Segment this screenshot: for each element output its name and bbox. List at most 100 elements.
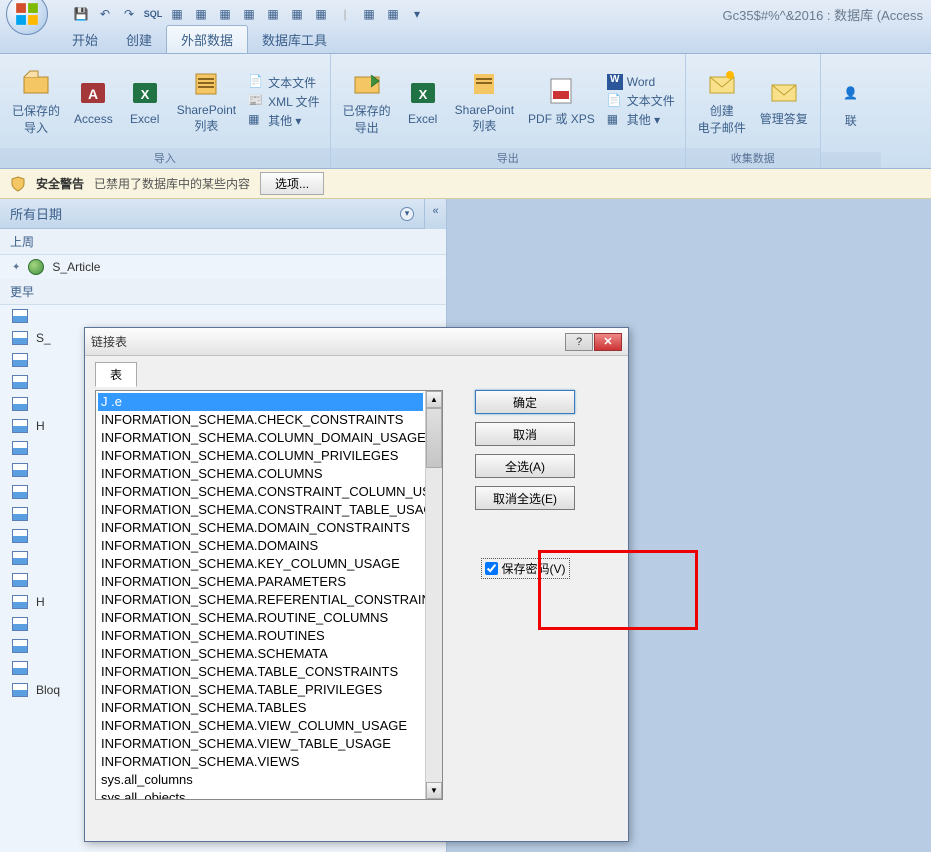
dialog-titlebar[interactable]: 链接表 ? ✕ bbox=[85, 328, 628, 356]
link-tables-dialog: 链接表 ? ✕ 表 J .eINFORMATION_SCHEMA.CHECK_C… bbox=[84, 327, 629, 842]
other-icon: ▦ bbox=[248, 112, 264, 128]
table-list-item[interactable]: INFORMATION_SCHEMA.ROUTINES bbox=[98, 627, 423, 645]
table-list-item[interactable]: sys.all_columns bbox=[98, 771, 423, 789]
table-list-item[interactable]: INFORMATION_SCHEMA.CONSTRAINT_COLUMN_USA… bbox=[98, 483, 423, 501]
qat-icon-8[interactable]: ▦ bbox=[360, 5, 378, 23]
tab-create[interactable]: 创建 bbox=[112, 26, 166, 53]
table-list-item[interactable]: INFORMATION_SCHEMA.CHECK_CONSTRAINTS bbox=[98, 411, 423, 429]
qat-icon-3[interactable]: ▦ bbox=[216, 5, 234, 23]
create-email-button[interactable]: 创建 电子邮件 bbox=[692, 56, 752, 146]
table-list-item[interactable]: INFORMATION_SCHEMA.PARAMETERS bbox=[98, 573, 423, 591]
shield-icon bbox=[10, 176, 26, 192]
text-export-button[interactable]: 📄文本文件 bbox=[607, 92, 675, 109]
table-icon bbox=[12, 353, 28, 367]
select-all-button[interactable]: 全选(A) bbox=[475, 454, 575, 478]
scroll-thumb[interactable] bbox=[426, 408, 442, 468]
table-list-item[interactable]: INFORMATION_SCHEMA.DOMAINS bbox=[98, 537, 423, 555]
table-icon bbox=[12, 595, 28, 609]
nav-header[interactable]: 所有日期 ▾ bbox=[0, 199, 424, 229]
table-list-item[interactable]: INFORMATION_SCHEMA.TABLE_CONSTRAINTS bbox=[98, 663, 423, 681]
ribbon-tabs: 开始 创建 外部数据 数据库工具 bbox=[0, 28, 931, 54]
nav-section-earlier[interactable]: 更早 bbox=[0, 279, 446, 305]
table-list-item[interactable]: INFORMATION_SCHEMA.VIEWS bbox=[98, 753, 423, 771]
sql-icon[interactable]: SQL bbox=[144, 5, 162, 23]
qat-icon-1[interactable]: ▦ bbox=[168, 5, 186, 23]
svg-text:X: X bbox=[418, 87, 427, 102]
saved-imports-button[interactable]: 已保存的 导入 bbox=[6, 56, 66, 146]
ok-button[interactable]: 确定 bbox=[475, 390, 575, 414]
qat-icon-5[interactable]: ▦ bbox=[264, 5, 282, 23]
xml-import-button[interactable]: 📰XML 文件 bbox=[248, 93, 320, 110]
pdfxps-export-button[interactable]: PDF 或 XPS bbox=[522, 56, 601, 146]
save-password-input[interactable] bbox=[485, 562, 498, 575]
table-list-item[interactable]: INFORMATION_SCHEMA.VIEW_COLUMN_USAGE bbox=[98, 717, 423, 735]
table-icon bbox=[12, 375, 28, 389]
table-list-item[interactable]: INFORMATION_SCHEMA.SCHEMATA bbox=[98, 645, 423, 663]
table-list-item[interactable]: INFORMATION_SCHEMA.REFERENTIAL_CONSTRAIN… bbox=[98, 591, 423, 609]
table-list-item[interactable]: INFORMATION_SCHEMA.TABLES bbox=[98, 699, 423, 717]
table-list-item[interactable]: INFORMATION_SCHEMA.DOMAIN_CONSTRAINTS bbox=[98, 519, 423, 537]
scroll-down-icon[interactable]: ▼ bbox=[426, 782, 442, 799]
table-icon bbox=[12, 463, 28, 477]
tab-external-data[interactable]: 外部数据 bbox=[166, 25, 248, 53]
table-list-item[interactable]: INFORMATION_SCHEMA.KEY_COLUMN_USAGE bbox=[98, 555, 423, 573]
contact-button[interactable]: 👤 联 bbox=[827, 58, 875, 148]
tab-home[interactable]: 开始 bbox=[58, 26, 112, 53]
nav-section-last-week[interactable]: 上周 bbox=[0, 229, 446, 255]
qat-icon-9[interactable]: ▦ bbox=[384, 5, 402, 23]
table-list-item[interactable]: J .e bbox=[98, 393, 423, 411]
saved-exports-button[interactable]: 已保存的 导出 bbox=[337, 56, 397, 146]
table-list-item[interactable]: sys.all_objects bbox=[98, 789, 423, 799]
scroll-up-icon[interactable]: ▲ bbox=[426, 391, 442, 408]
listbox-scrollbar[interactable]: ▲ ▼ bbox=[425, 391, 442, 799]
security-title: 安全警告 bbox=[36, 175, 84, 192]
table-list-item[interactable]: INFORMATION_SCHEMA.COLUMNS bbox=[98, 465, 423, 483]
table-icon bbox=[12, 507, 28, 521]
other-import-button[interactable]: ▦其他 ▾ bbox=[248, 112, 320, 129]
table-list-item[interactable]: INFORMATION_SCHEMA.CONSTRAINT_TABLE_USAG… bbox=[98, 501, 423, 519]
qat-icon-6[interactable]: ▦ bbox=[288, 5, 306, 23]
nav-table-item[interactable] bbox=[0, 305, 446, 327]
nav-item-article[interactable]: ✦ S_Article bbox=[0, 255, 446, 279]
group-label-export: 导出 bbox=[331, 148, 685, 168]
table-icon bbox=[12, 419, 28, 433]
table-list-item[interactable]: INFORMATION_SCHEMA.VIEW_TABLE_USAGE bbox=[98, 735, 423, 753]
collapse-nav-button[interactable]: « bbox=[424, 199, 446, 229]
close-button[interactable]: ✕ bbox=[594, 333, 622, 351]
table-list-item[interactable]: INFORMATION_SCHEMA.COLUMN_DOMAIN_USAGE bbox=[98, 429, 423, 447]
help-button[interactable]: ? bbox=[565, 333, 593, 351]
table-list-item[interactable]: INFORMATION_SCHEMA.ROUTINE_COLUMNS bbox=[98, 609, 423, 627]
undo-icon[interactable]: ↶ bbox=[96, 5, 114, 23]
table-list-item[interactable]: INFORMATION_SCHEMA.COLUMN_PRIVILEGES bbox=[98, 447, 423, 465]
word-icon: W bbox=[607, 74, 623, 90]
other-export-button[interactable]: ▦其他 ▾ bbox=[607, 111, 675, 128]
access-import-button[interactable]: A Access bbox=[68, 56, 119, 146]
qat-icon-2[interactable]: ▦ bbox=[192, 5, 210, 23]
ribbon: 已保存的 导入 A Access X Excel SharePoint 列表 📄… bbox=[0, 54, 931, 169]
qat-icon-4[interactable]: ▦ bbox=[240, 5, 258, 23]
manage-reply-button[interactable]: 管理答复 bbox=[754, 56, 814, 146]
save-icon[interactable]: 💾 bbox=[72, 5, 90, 23]
text-import-button[interactable]: 📄文本文件 bbox=[248, 74, 320, 91]
table-list-item[interactable]: INFORMATION_SCHEMA.TABLE_PRIVILEGES bbox=[98, 681, 423, 699]
deselect-all-button[interactable]: 取消全选(E) bbox=[475, 486, 575, 510]
cancel-button[interactable]: 取消 bbox=[475, 422, 575, 446]
dialog-tab-tables[interactable]: 表 bbox=[95, 362, 137, 387]
word-export-button[interactable]: WWord bbox=[607, 74, 675, 90]
sharepoint-export-button[interactable]: SharePoint 列表 bbox=[449, 56, 520, 146]
excel-import-button[interactable]: X Excel bbox=[121, 56, 169, 146]
redo-icon[interactable]: ↷ bbox=[120, 5, 138, 23]
qat-dropdown-icon[interactable]: ▾ bbox=[408, 5, 426, 23]
table-icon bbox=[12, 309, 28, 323]
tab-dbtools[interactable]: 数据库工具 bbox=[248, 26, 341, 53]
save-password-checkbox[interactable]: 保存密码(V) bbox=[481, 558, 570, 579]
sharepoint-import-button[interactable]: SharePoint 列表 bbox=[171, 56, 242, 146]
table-icon bbox=[12, 529, 28, 543]
security-warning-bar: 安全警告 已禁用了数据库中的某些内容 选项... bbox=[0, 169, 931, 199]
security-options-button[interactable]: 选项... bbox=[260, 172, 324, 195]
pdf-icon bbox=[545, 75, 577, 107]
qat-icon-7[interactable]: ▦ bbox=[312, 5, 330, 23]
access-icon: A bbox=[77, 77, 109, 109]
titlebar: 💾 ↶ ↷ SQL ▦ ▦ ▦ ▦ ▦ ▦ ▦ | ▦ ▦ ▾ Gc35$#%^… bbox=[0, 0, 931, 28]
excel-export-button[interactable]: X Excel bbox=[399, 56, 447, 146]
